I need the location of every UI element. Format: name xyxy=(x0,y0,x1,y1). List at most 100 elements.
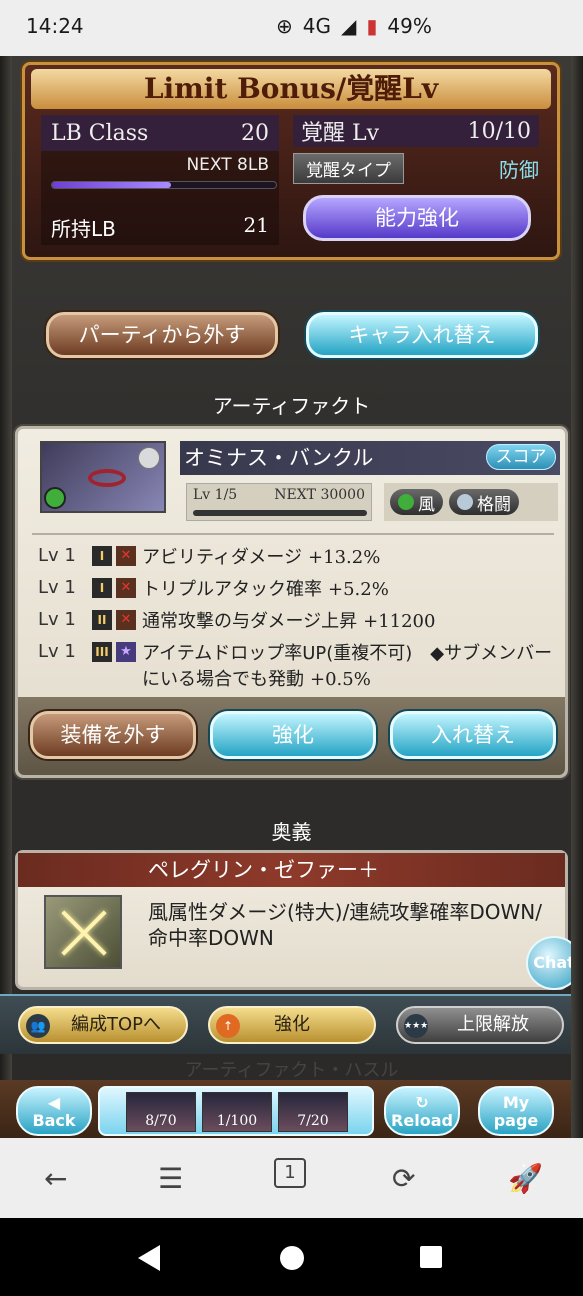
enhance-toolbar-label: 強化 xyxy=(274,1014,310,1035)
resource-item[interactable]: 8/70 xyxy=(126,1092,196,1132)
mypage-label-2: page xyxy=(493,1111,539,1130)
reload-label: Reload xyxy=(391,1111,453,1130)
attack-type-icon: ✕ xyxy=(116,610,136,630)
mypage-button[interactable]: My page xyxy=(478,1086,554,1136)
score-button[interactable]: スコア xyxy=(486,444,556,470)
lb-class-row: LB Class 20 xyxy=(41,115,279,151)
android-nav-bar xyxy=(0,1218,583,1296)
artifact-name-bar: オミナス・バンクル スコア xyxy=(180,441,560,475)
refresh-icon[interactable]: ⟳ xyxy=(392,1162,415,1195)
kakusei-level-row: 覚醒 Lv 10/10 xyxy=(293,115,539,147)
menu-icon[interactable]: ☰ xyxy=(158,1162,183,1195)
browser-nav: ← ☰ 1 ⟳ 🚀 xyxy=(0,1138,583,1218)
artifact-next: NEXT 30000 xyxy=(274,487,365,503)
element-tag-label: 風 xyxy=(418,494,435,515)
wind-icon xyxy=(398,494,414,510)
skill-text-wrap: 通常攻撃の与ダメージ上昇 +11200 xyxy=(142,609,558,635)
android-recents-icon[interactable] xyxy=(420,1246,442,1268)
attack-type-icon: ✕ xyxy=(116,578,136,598)
party-top-button[interactable]: 👥 編成TOPへ xyxy=(18,1006,188,1044)
kakusei-box: 覚醒 Lv 10/10 覚醒タイプ 防御 xyxy=(293,115,539,185)
remove-from-party-button[interactable]: パーティから外す xyxy=(46,312,278,358)
artifact-level-box: Lv 1/5 NEXT 30000 xyxy=(186,483,372,521)
artifact-badge-icon xyxy=(138,447,160,469)
artifact-name: オミナス・バンクル xyxy=(184,446,374,470)
party-top-label: 編成TOPへ xyxy=(70,1014,162,1035)
battery-label: 49% xyxy=(387,14,432,38)
bangle-icon xyxy=(88,469,126,487)
skill-value: +0.5% xyxy=(310,669,371,690)
sync-icon: ⊕ xyxy=(276,14,293,38)
limit-break-button[interactable]: ★★★ 上限解放 xyxy=(396,1006,564,1044)
skill-rank-badge: I xyxy=(92,546,112,566)
artifact-swap-button[interactable]: 入れ替え xyxy=(390,711,556,759)
stars-icon: ★★★ xyxy=(404,1014,428,1038)
skill-text: 通常攻撃の与ダメージ上昇 xyxy=(142,611,358,632)
lb-progress-bar xyxy=(51,181,277,189)
star-type-icon: ★ xyxy=(116,642,136,662)
weapon-tag: 格闘 xyxy=(449,489,519,515)
artifact-level: Lv 1/5 xyxy=(193,487,238,503)
limit-break-label: 上限解放 xyxy=(457,1014,529,1035)
artifact-actions: 装備を外す 強化 入れ替え xyxy=(18,697,565,775)
weapon-tag-label: 格闘 xyxy=(477,494,511,515)
rocket-icon[interactable]: 🚀 xyxy=(508,1162,543,1195)
skill-level: Lv 1 xyxy=(38,641,76,662)
status-bar: 14:24 ⊕ 4G ◢ ▮ 49% xyxy=(0,0,583,56)
game-bottom-nav: ◀ Back 8/70 1/100 7/20 ↻ Reload My page xyxy=(0,1080,583,1138)
android-home-icon[interactable] xyxy=(280,1246,304,1270)
signal-icon: ◢ xyxy=(341,14,357,38)
skill-text-wrap: トリプルアタック確率 +5.2% xyxy=(142,577,558,603)
lb-class-value: 20 xyxy=(241,120,269,146)
kakusei-label: 覚醒 Lv xyxy=(301,121,380,146)
artifact-skill-row: Lv 1 I ✕ アビリティダメージ +13.2% xyxy=(38,545,558,571)
artifact-skill-row: Lv 1 III ★ アイテムドロップ率UP(重複不可) ◆サブメンバーにいる場… xyxy=(38,641,558,693)
ougi-description: 風属性ダメージ(特大)/連続攻撃確率DOWN/命中率DOWN xyxy=(148,900,542,950)
artifact-exp-bar xyxy=(193,510,367,516)
skill-rank-badge: II xyxy=(92,610,112,630)
skill-text: アビリティダメージ xyxy=(142,547,303,568)
skill-level: Lv 1 xyxy=(38,577,76,598)
swap-character-button[interactable]: キャラ入れ替え xyxy=(306,312,538,358)
artifact-heading: アーティファクト xyxy=(212,394,371,418)
kakusei-type-value: 防御 xyxy=(499,158,539,182)
skill-rank-badge: III xyxy=(92,642,112,662)
clock: 14:24 xyxy=(26,14,84,38)
ougi-heading: 奥義 xyxy=(271,820,312,844)
enhance-toolbar-button[interactable]: ↑ 強化 xyxy=(208,1006,376,1044)
next-lb: NEXT 8LB xyxy=(186,155,269,175)
back-label: Back xyxy=(32,1111,76,1130)
faded-background-text: アーティファクト・ハスル xyxy=(184,1060,399,1081)
resource-strip: 8/70 1/100 7/20 xyxy=(98,1086,374,1136)
resource-item[interactable]: 1/100 xyxy=(202,1092,272,1132)
attack-type-icon: ✕ xyxy=(116,546,136,566)
lb-class-label: LB Class xyxy=(51,120,149,146)
kakusei-value: 10/10 xyxy=(467,118,531,144)
artifact-enhance-button[interactable]: 強化 xyxy=(210,711,376,759)
reload-button[interactable]: ↻ Reload xyxy=(384,1086,460,1136)
artifact-tags: 風 格闘 xyxy=(384,483,558,521)
ougi-panel: ペレグリン・ゼファー＋ 風属性ダメージ(特大)/連続攻撃確率DOWN/命中率DO… xyxy=(15,850,568,990)
owned-lb-value: 21 xyxy=(243,213,269,237)
skill-value: +11200 xyxy=(363,611,436,632)
battery-icon: ▮ xyxy=(366,14,378,38)
lb-progress-fill xyxy=(52,182,171,188)
android-back-icon[interactable] xyxy=(138,1245,160,1271)
unequip-button[interactable]: 装備を外す xyxy=(30,711,196,759)
skill-value: +13.2% xyxy=(308,547,381,568)
back-arrow-icon[interactable]: ← xyxy=(44,1162,67,1195)
artifact-skill-row: Lv 1 II ✕ 通常攻撃の与ダメージ上昇 +11200 xyxy=(38,609,558,635)
artifact-skill-row: Lv 1 I ✕ トリプルアタック確率 +5.2% xyxy=(38,577,558,603)
back-button[interactable]: ◀ Back xyxy=(16,1086,92,1136)
owned-lb-row: 所持LB 21 xyxy=(51,213,269,242)
kakusei-type-label: 覚醒タイプ xyxy=(293,153,404,184)
artifact-image[interactable] xyxy=(40,441,166,513)
chat-button[interactable]: Chat xyxy=(526,936,582,990)
mypage-label-1: My xyxy=(502,1093,530,1112)
resource-item[interactable]: 7/20 xyxy=(278,1092,348,1132)
ability-enhance-button[interactable]: 能力強化 xyxy=(303,195,531,241)
crossed-swords-icon xyxy=(44,895,122,969)
limit-bonus-title: Limit Bonus/覚醒Lv xyxy=(31,69,551,109)
tabs-icon[interactable]: 1 xyxy=(274,1158,306,1188)
game-area: Limit Bonus/覚醒Lv LB Class 20 NEXT 8LB 所持… xyxy=(0,56,583,1138)
